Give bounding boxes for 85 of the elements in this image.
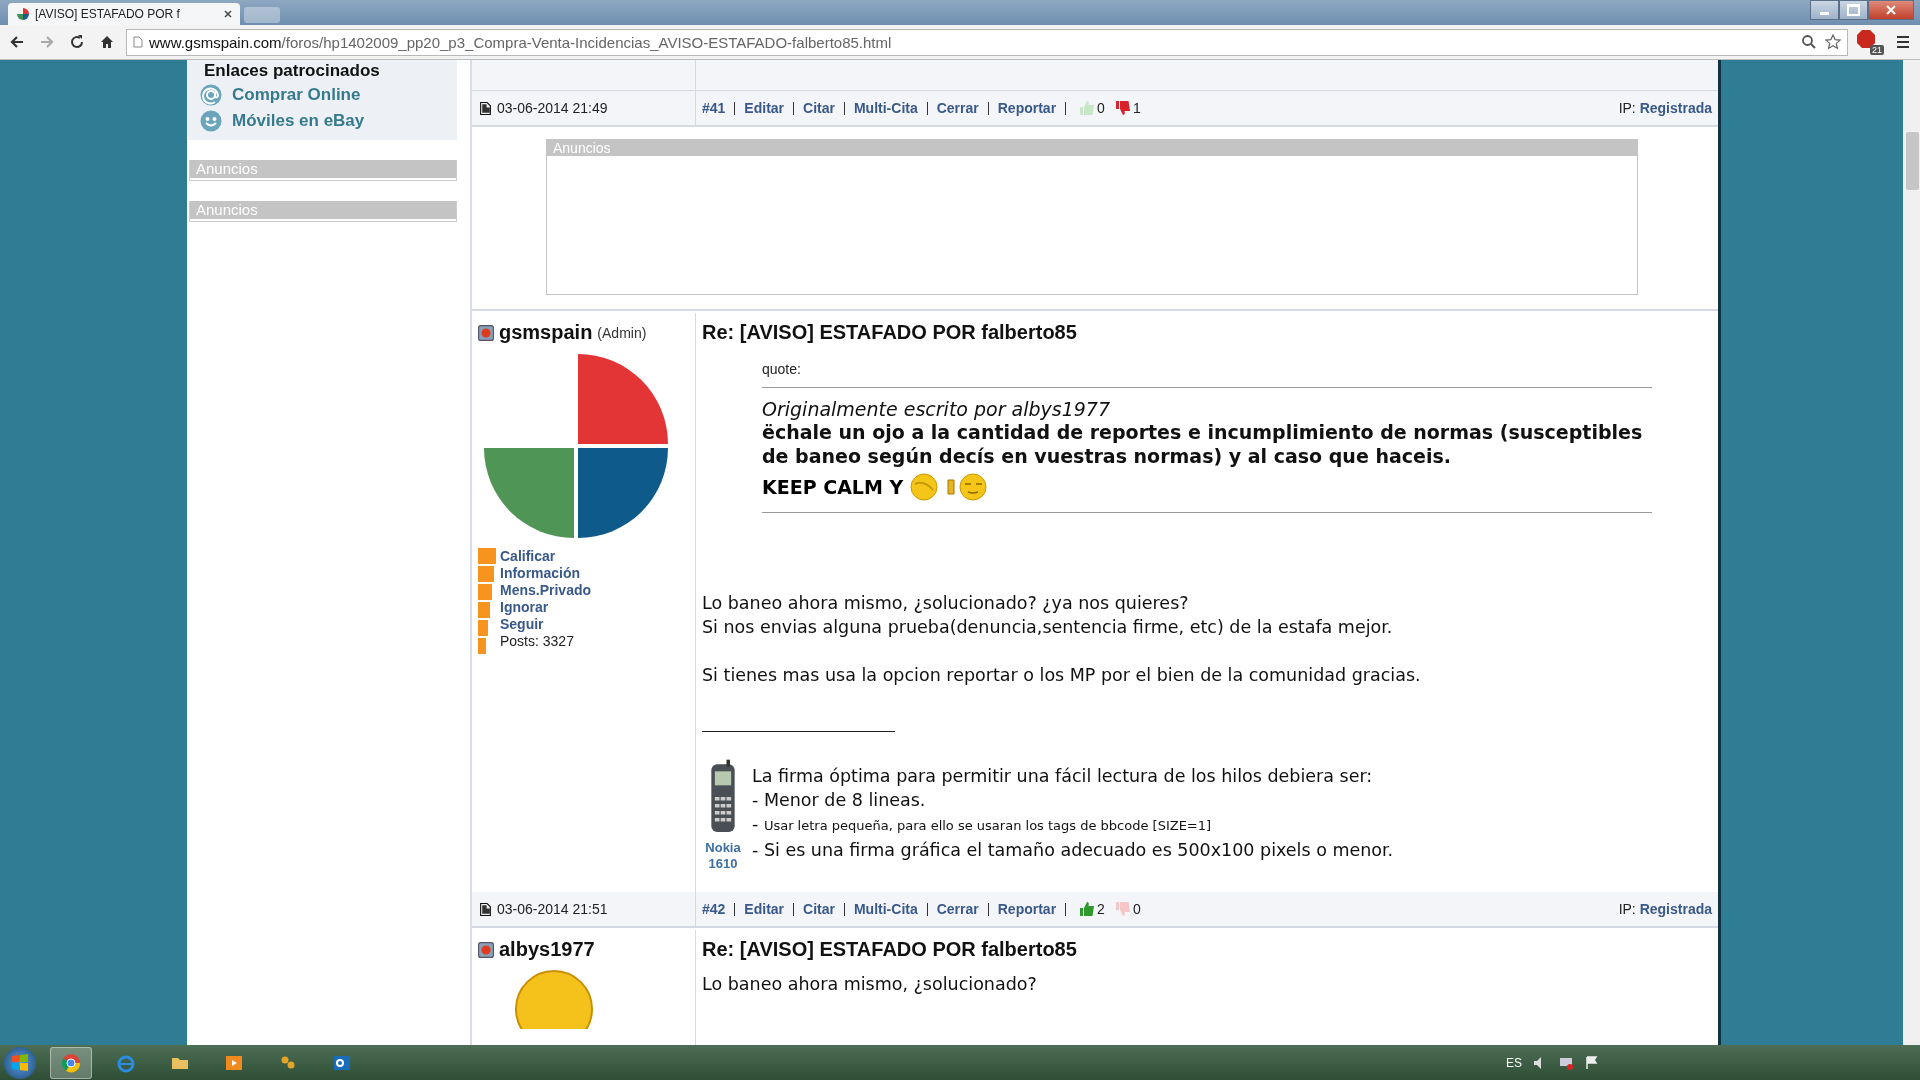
vote-count: 1 (1132, 100, 1141, 116)
status-icon (478, 324, 494, 341)
signature-line: - Usar letra pequeña, para ello se usaran los tags de bbcode [SIZE=1] (752, 813, 1213, 836)
thumbs-down-icon[interactable] (1114, 100, 1131, 116)
sponsor-link[interactable]: Móviles en eBay (232, 111, 365, 131)
avatar-icon (484, 354, 668, 538)
minimize-button[interactable] (1810, 0, 1839, 20)
quote-label: quote: (762, 353, 1652, 388)
address-bar[interactable]: www.gsmspain.com/foros/hp1402009_pp20_p3_Compra-Venta-Incidencias_AVISO-ESTAFADO-falberto85.html (126, 28, 1848, 56)
signature-line: - Si es una firma gráfica el tamaño adecuado es 500x100 pixels o menor. (752, 839, 1394, 862)
quote-text: KEEP CALM Y (762, 476, 904, 498)
extension-badge: 21 (1870, 45, 1884, 55)
post-action-link[interactable]: Cerrar (936, 100, 979, 116)
smiley-icon (200, 110, 222, 132)
signature-line: La firma óptima para permitir una fácil lectura de los hilos debiera ser: (752, 765, 1374, 788)
user-menu-link[interactable]: Ignorar (500, 599, 592, 616)
close-button[interactable] (1868, 0, 1914, 20)
post-number-link[interactable]: #42 (702, 901, 726, 917)
author-name[interactable]: gsmspain (499, 321, 593, 344)
scrollbar[interactable] (1903, 60, 1920, 1045)
post-paragraph: Lo baneo ahora mismo, ¿solucionado? ¿ya nos quieres? Si nos envias alguna prueba(denuncia,sentencia firme, etc) de la estafa mejor. (702, 592, 1394, 639)
ip-label: IP: (1618, 901, 1636, 917)
avatar-icon (514, 969, 594, 1029)
post-action-link[interactable]: Citar (803, 901, 835, 917)
vote-count: 0 (1132, 901, 1141, 917)
flag-icon[interactable] (1584, 1054, 1600, 1071)
start-button[interactable] (4, 1046, 36, 1079)
windows-logo-icon (10, 1052, 30, 1073)
author-name[interactable]: albys1977 (499, 938, 595, 961)
vote-count: 0 (1097, 100, 1105, 116)
page-icon (133, 36, 143, 48)
post-action-link[interactable]: Cerrar (936, 901, 979, 917)
close-icon[interactable] (224, 10, 232, 18)
browser-taskbar-icon[interactable] (50, 1046, 92, 1079)
post-action-link[interactable]: Multi-Cita (853, 100, 918, 116)
at-sign-icon (200, 84, 222, 106)
post-action-link[interactable]: Editar (744, 100, 785, 116)
post-paragraph: Lo baneo ahora mismo, ¿solucionado? (702, 973, 1038, 996)
post-paragraph: Si tienes mas usa la opcion reportar o los MP por el bien de la comunidad gracias. (702, 664, 1422, 687)
adblock-icon[interactable] (1856, 29, 1876, 49)
post-title: Re: [AVISO] ESTAFADO POR falberto85 (702, 937, 1078, 962)
user-menu-link[interactable]: Información (500, 565, 592, 582)
emoji-icon (945, 472, 990, 502)
language-indicator[interactable]: ES (1506, 1055, 1522, 1070)
post-count: Posts: 3327 (500, 633, 575, 650)
ip-status-link[interactable]: Registrada (1639, 100, 1712, 116)
ip-status-link[interactable]: Registrada (1639, 901, 1712, 917)
star-icon[interactable] (1825, 34, 1841, 50)
user-menu-link[interactable]: Calificar (500, 548, 592, 565)
post-action-link[interactable]: Reportar (997, 901, 1057, 917)
ip-label: IP: (1618, 100, 1636, 116)
quote-text: ëchale un ojo a la cantidad de reportes e incumplimiento de normas (susceptibles de baneo según decís en vuestras normas) y al caso que haceis. (762, 420, 1644, 468)
sponsor-title: Enlaces patrocinados (203, 60, 381, 82)
sponsor-link[interactable]: Comprar Online (232, 85, 361, 105)
status-icon (478, 941, 494, 958)
browser-tab[interactable]: [AVISO] ESTAFADO POR f (8, 3, 240, 25)
phone-model-label: Nokia 1610 (705, 840, 741, 872)
user-role: (Admin) (597, 324, 647, 341)
post-action-link[interactable]: Multi-Cita (853, 901, 918, 917)
maximize-button[interactable] (1839, 0, 1868, 20)
user-menu-link[interactable]: Mens.Privado (500, 582, 592, 599)
ad-title: Anuncios (190, 201, 456, 219)
post-title: Re: [AVISO] ESTAFADO POR falberto85 (702, 320, 1078, 345)
thumbs-down-icon[interactable] (1114, 901, 1131, 917)
zoom-icon[interactable] (1801, 34, 1817, 50)
document-icon (480, 902, 491, 916)
user-menu-link[interactable]: Seguir (500, 616, 592, 633)
site-logo-icon (16, 7, 30, 21)
scroll-thumb[interactable] (1906, 132, 1919, 190)
signature-line: - Menor de 8 lineas. (752, 789, 927, 812)
post-action-link[interactable]: Editar (744, 901, 785, 917)
post-date: 03-06-2014 21:51 (497, 901, 608, 917)
post-number-link[interactable]: #41 (702, 100, 726, 116)
thumbs-up-icon[interactable] (1079, 100, 1096, 116)
post-date: 03-06-2014 21:49 (497, 100, 608, 116)
document-icon (480, 101, 491, 115)
vote-count: 2 (1097, 901, 1105, 917)
ad-title: Anuncios (190, 160, 456, 178)
quote-attribution: Originalmente escrito por albys1977 (762, 398, 1112, 420)
post-action-link[interactable]: Citar (803, 100, 835, 116)
thumbs-up-icon[interactable] (1079, 901, 1096, 917)
emoji-icon (909, 472, 940, 502)
ad-title: Anuncios (553, 140, 611, 156)
post-action-link[interactable]: Reportar (997, 100, 1057, 116)
close-icon (1886, 5, 1896, 15)
